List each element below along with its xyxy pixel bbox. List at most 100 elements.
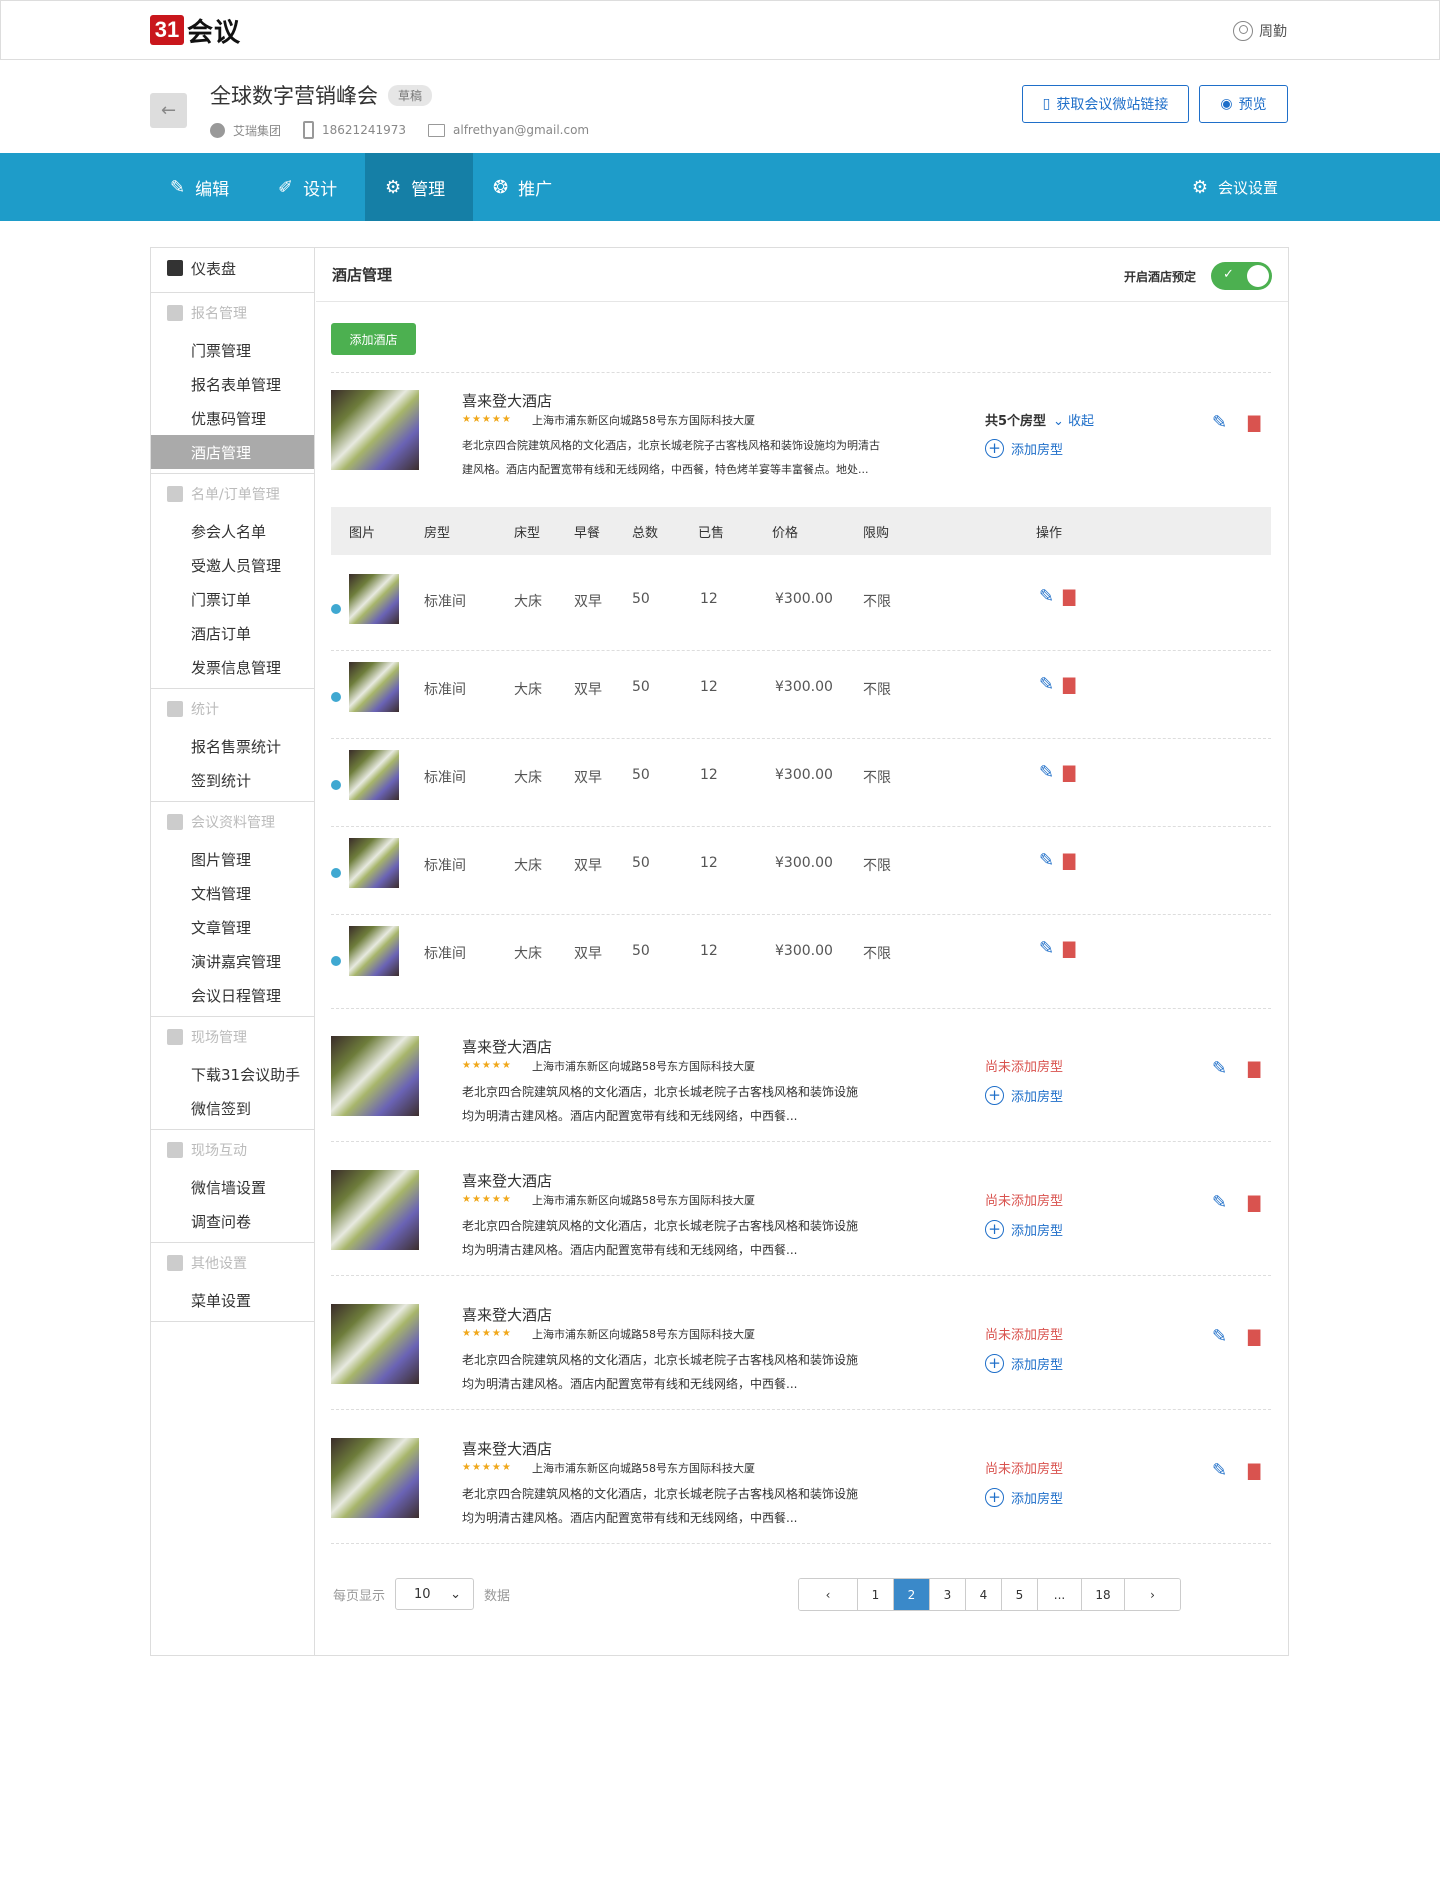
sidebar-item-articles[interactable]: 文章管理: [151, 910, 314, 944]
add-room-type-button[interactable]: + 添加房型: [985, 1086, 1063, 1105]
delete-room-icon[interactable]: ▇: [1063, 675, 1075, 694]
logo[interactable]: 31 会议: [150, 15, 241, 48]
sidebar-group-title: 报名管理: [151, 293, 314, 333]
cell-price: ¥300.00: [775, 591, 833, 607]
delete-hotel-icon[interactable]: ▇: [1248, 1059, 1260, 1078]
edit-room-icon[interactable]: ✎: [1039, 938, 1054, 959]
sidebar-item-menu-settings[interactable]: 菜单设置: [151, 1283, 314, 1317]
cell-sold: 12: [700, 591, 718, 607]
divider: [331, 650, 1271, 651]
tab-manage[interactable]: ⚙ 管理: [365, 153, 473, 221]
next-page-button[interactable]: ›: [1125, 1579, 1180, 1610]
th-price: 价格: [772, 526, 799, 541]
table-row: 标准间 大床 双早 50 12 ¥300.00 不限 ✎ ▇: [331, 574, 1271, 648]
delete-hotel-icon[interactable]: ▇: [1248, 1461, 1260, 1480]
email-address: alfrethyan@gmail.com: [453, 123, 590, 137]
sidebar-item-tickets[interactable]: 门票管理: [151, 333, 314, 367]
sidebar-group-title: 现场互动: [151, 1130, 314, 1170]
per-page-select[interactable]: 10 ⌄: [395, 1578, 475, 1610]
pencil-icon: ✎: [170, 176, 186, 198]
add-room-type-button[interactable]: + 添加房型: [985, 1488, 1063, 1507]
sidebar-item-ticket-orders[interactable]: 门票订单: [151, 582, 314, 616]
cell-room-type: 标准间: [424, 682, 466, 698]
edit-room-icon[interactable]: ✎: [1039, 674, 1054, 695]
page-button[interactable]: 1: [858, 1579, 894, 1610]
tab-design[interactable]: ✐ 设计: [258, 153, 365, 221]
hotel-description: 老北京四合院建筑风格的文化酒店，北京长城老院子古客栈风格和装饰设施均为明清古 建…: [462, 434, 952, 482]
sidebar-item-wechat-wall[interactable]: 微信墙设置: [151, 1170, 314, 1204]
cell-bed-type: 大床: [514, 594, 542, 610]
group-title: 现场互动: [191, 1143, 247, 1159]
sidebar-item-checkin-stats[interactable]: 签到统计: [151, 763, 314, 797]
back-button[interactable]: ←: [150, 93, 187, 128]
main-nav: ✎ 编辑 ✐ 设计 ⚙ 管理 ❂ 推广 ⚙ 会议设置: [0, 153, 1440, 221]
add-room-type-button[interactable]: + 添加房型: [985, 1354, 1063, 1373]
user-menu[interactable]: 周勤: [1233, 21, 1287, 41]
tab-promote[interactable]: ❂ 推广: [473, 153, 581, 221]
edit-hotel-icon[interactable]: ✎: [1212, 1460, 1227, 1481]
th-actions: 操作: [1036, 526, 1063, 541]
desc-line: 均为明清古建风格。酒店内配置宽带有线和无线网络，中西餐...: [462, 1377, 798, 1391]
delete-hotel-icon[interactable]: ▇: [1248, 413, 1260, 432]
edit-hotel-icon[interactable]: ✎: [1212, 1326, 1227, 1347]
sidebar-item-wechat-checkin[interactable]: 微信签到: [151, 1091, 314, 1125]
preview-label: 预览: [1238, 97, 1267, 113]
prev-page-button[interactable]: ‹: [799, 1579, 858, 1610]
delete-room-icon[interactable]: ▇: [1063, 939, 1075, 958]
sidebar-item-speakers[interactable]: 演讲嘉宾管理: [151, 944, 314, 978]
collapse-button[interactable]: ⌄ 收起: [1053, 410, 1094, 429]
desc-line: 均为明清古建风格。酒店内配置宽带有线和无线网络，中西餐...: [462, 1243, 798, 1257]
eye-icon: ◉: [1220, 96, 1233, 112]
edit-room-icon[interactable]: ✎: [1039, 850, 1054, 871]
sidebar-item-hotels[interactable]: 酒店管理: [151, 435, 314, 469]
hotel-name: 喜来登大酒店: [462, 392, 553, 410]
preview-button[interactable]: ◉ 预览: [1199, 85, 1288, 123]
room-image: [349, 662, 399, 712]
page-button[interactable]: 4: [966, 1579, 1002, 1610]
hotel-card: 喜来登大酒店 ★★★★★ 上海市浦东新区向城路58号东方国际科技大厦 老北京四合…: [331, 390, 1271, 480]
collapse-label: 收起: [1068, 414, 1095, 429]
edit-room-icon[interactable]: ✎: [1039, 586, 1054, 607]
sidebar-item-dashboard[interactable]: 仪表盘: [151, 248, 314, 288]
sidebar-item-download-assistant[interactable]: 下载31会议助手: [151, 1057, 314, 1091]
hotel-image: [331, 390, 419, 470]
page-button[interactable]: 3: [930, 1579, 966, 1610]
sidebar-item-survey[interactable]: 调查问卷: [151, 1204, 314, 1238]
cell-breakfast: 双早: [574, 946, 602, 962]
edit-room-icon[interactable]: ✎: [1039, 762, 1054, 783]
star-rating: ★★★★★: [462, 1328, 512, 1339]
table-row: 标准间 大床 双早 50 12 ¥300.00 不限 ✎ ▇: [331, 750, 1271, 824]
sidebar-item-schedule[interactable]: 会议日程管理: [151, 978, 314, 1012]
page-button-active[interactable]: 2: [894, 1579, 930, 1610]
delete-room-icon[interactable]: ▇: [1063, 763, 1075, 782]
delete-hotel-icon[interactable]: ▇: [1248, 1193, 1260, 1212]
dashboard-label: 仪表盘: [191, 259, 237, 278]
conference-settings-button[interactable]: ⚙ 会议设置: [1192, 153, 1278, 221]
delete-room-icon[interactable]: ▇: [1063, 851, 1075, 870]
sidebar-item-forms[interactable]: 报名表单管理: [151, 367, 314, 401]
add-room-type-button[interactable]: + 添加房型: [985, 1220, 1063, 1239]
sidebar-item-invitees[interactable]: 受邀人员管理: [151, 548, 314, 582]
edit-hotel-icon[interactable]: ✎: [1212, 412, 1227, 433]
edit-hotel-icon[interactable]: ✎: [1212, 1058, 1227, 1079]
add-hotel-button[interactable]: 添加酒店: [331, 323, 416, 355]
sidebar-item-invoices[interactable]: 发票信息管理: [151, 650, 314, 684]
delete-room-icon[interactable]: ▇: [1063, 587, 1075, 606]
page-button[interactable]: 18: [1082, 1579, 1125, 1610]
sidebar-item-coupons[interactable]: 优惠码管理: [151, 401, 314, 435]
sidebar-item-hotel-orders[interactable]: 酒店订单: [151, 616, 314, 650]
sidebar-item-documents[interactable]: 文档管理: [151, 876, 314, 910]
edit-hotel-icon[interactable]: ✎: [1212, 1192, 1227, 1213]
hotel-booking-toggle[interactable]: ✓: [1211, 262, 1272, 290]
get-link-button[interactable]: ▯ 获取会议微站链接: [1022, 85, 1189, 123]
tab-promote-label: 推广: [518, 179, 553, 200]
sidebar-item-attendees[interactable]: 参会人名单: [151, 514, 314, 548]
tab-edit[interactable]: ✎ 编辑: [150, 153, 258, 221]
add-room-type-button[interactable]: + 添加房型: [985, 439, 1063, 458]
sidebar-item-sales-stats[interactable]: 报名售票统计: [151, 729, 314, 763]
group-title: 名单/订单管理: [191, 487, 280, 503]
sidebar-item-images[interactable]: 图片管理: [151, 842, 314, 876]
page-button[interactable]: 5: [1002, 1579, 1038, 1610]
th-limit: 限购: [863, 526, 890, 541]
delete-hotel-icon[interactable]: ▇: [1248, 1327, 1260, 1346]
